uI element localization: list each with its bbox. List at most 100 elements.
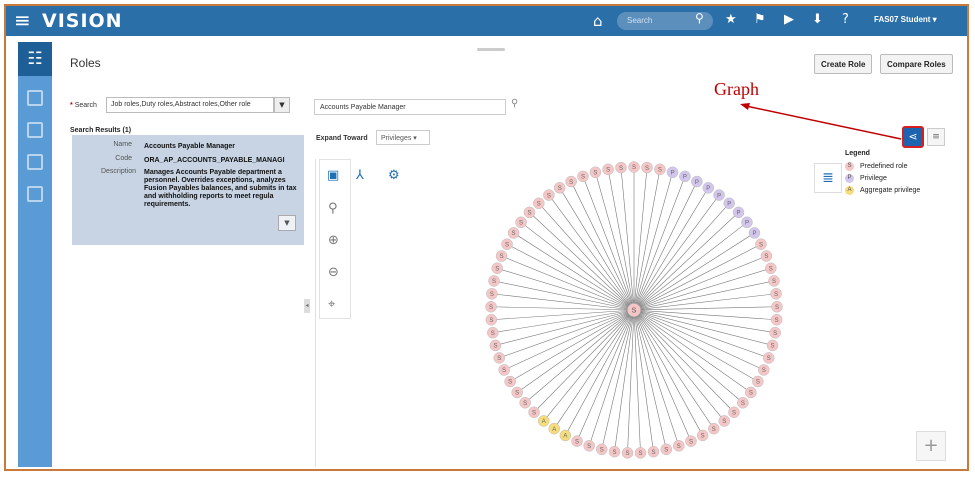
graph-node[interactable]: S	[634, 447, 647, 459]
graph-node[interactable]: S	[673, 440, 685, 452]
graph-node[interactable]: P	[741, 216, 753, 229]
graph-node[interactable]: S	[515, 216, 527, 229]
graph-node[interactable]: S	[745, 386, 757, 399]
hamburger-icon[interactable]: ≡	[14, 10, 31, 30]
graph-node[interactable]: S	[770, 288, 782, 300]
graph-node[interactable]: S	[685, 435, 697, 447]
graph-node[interactable]: P	[748, 227, 761, 239]
download-icon[interactable]: ⬇	[812, 12, 823, 27]
graph-node[interactable]: S	[511, 386, 523, 399]
graph-node[interactable]: S	[728, 406, 740, 419]
graph-node[interactable]: A	[559, 429, 572, 442]
home-icon[interactable]: ⌂	[593, 12, 603, 30]
graph-node[interactable]: S	[755, 238, 767, 250]
role-search-input[interactable]: Accounts Payable Manager	[314, 99, 506, 115]
expand-icon[interactable]: ▼	[278, 215, 296, 231]
graph-node[interactable]: S	[485, 314, 498, 326]
graph-node[interactable]: S	[495, 250, 508, 262]
search-icon[interactable]: ⚲	[695, 11, 704, 25]
search-result-card[interactable]: Name Accounts Payable Manager Code ORA_A…	[72, 135, 304, 245]
graph-node[interactable]: S	[615, 161, 627, 174]
select-icon[interactable]: ▣	[327, 168, 339, 183]
graph-node[interactable]: S	[523, 206, 536, 219]
play-icon[interactable]: ▶	[784, 12, 794, 27]
graph-node[interactable]: S	[543, 189, 555, 201]
graph-node[interactable]: S	[571, 435, 583, 447]
nodes-icon[interactable]: ⚙	[388, 168, 400, 183]
collapse-panel-handle[interactable]: ◂	[304, 299, 310, 313]
graph-node[interactable]: S	[553, 182, 566, 194]
graph-node[interactable]: S	[770, 314, 783, 326]
graph-node[interactable]: P	[702, 182, 715, 194]
graph-node[interactable]: A	[548, 422, 560, 435]
create-role-button[interactable]: Create Role	[814, 54, 873, 74]
graph-node[interactable]: S	[577, 170, 589, 183]
graph-node[interactable]: S	[488, 275, 500, 287]
graph-node[interactable]: S	[708, 422, 720, 435]
graph-node[interactable]: S	[583, 440, 595, 452]
graph-node[interactable]: S	[491, 262, 503, 275]
graph-node[interactable]: P	[723, 197, 735, 210]
graph-node[interactable]: S	[696, 429, 709, 442]
graph-node[interactable]: S	[519, 396, 531, 409]
org-chart-icon[interactable]	[27, 122, 43, 138]
graph-node[interactable]: S	[768, 275, 780, 287]
graph-node[interactable]: S	[565, 175, 577, 188]
graph-node[interactable]: S	[498, 364, 510, 376]
hierarchy-icon[interactable]: ⅄	[356, 168, 364, 183]
center-node[interactable]: S	[626, 302, 642, 318]
graph-node[interactable]: S	[752, 375, 764, 388]
drag-handle[interactable]	[477, 48, 505, 51]
graph-node[interactable]: P	[666, 166, 679, 179]
magnifier-icon[interactable]: ⚲	[511, 98, 518, 109]
graph-node[interactable]: S	[771, 300, 783, 313]
graph-node[interactable]: S	[760, 250, 773, 262]
graph-node[interactable]: S	[602, 163, 614, 176]
star-icon[interactable]: ★	[725, 12, 737, 27]
graph-node[interactable]: S	[762, 352, 775, 364]
add-icon[interactable]: +	[916, 431, 946, 461]
graph-node[interactable]: S	[737, 396, 749, 409]
graph-node[interactable]: S	[501, 238, 513, 250]
graph-node[interactable]: S	[660, 443, 673, 456]
graph-node[interactable]: S	[533, 197, 545, 210]
graph-node[interactable]: S	[489, 339, 502, 352]
list-view-button[interactable]: ≡	[927, 128, 945, 146]
graph-node[interactable]: S	[608, 445, 621, 458]
graph-node[interactable]: S	[528, 406, 540, 419]
graph-node[interactable]: S	[486, 288, 498, 300]
compare-roles-button[interactable]: Compare Roles	[880, 54, 953, 74]
graph-node[interactable]: S	[769, 326, 781, 339]
graph-node[interactable]: P	[679, 170, 691, 183]
zoom-in-icon[interactable]: ⊕	[328, 233, 339, 248]
graph-node[interactable]: S	[487, 326, 499, 339]
graph-node[interactable]: S	[621, 447, 634, 459]
zoom-out-icon[interactable]: ⊖	[328, 265, 339, 280]
graph-node[interactable]: S	[504, 375, 516, 388]
graph-node[interactable]: S	[641, 161, 653, 174]
graph-node[interactable]: S	[589, 166, 602, 179]
graph-node[interactable]: S	[595, 443, 608, 456]
graph-node[interactable]: S	[765, 262, 777, 275]
report-icon[interactable]	[27, 154, 43, 170]
user-icon[interactable]	[27, 90, 43, 106]
role-graph[interactable]: S S S PPPPPPPPPSSSSSSSSSSSSSSSSSSSSSSSSSSSS…	[474, 158, 794, 468]
graph-node[interactable]: S	[628, 161, 640, 173]
users-icon[interactable]: ☷	[18, 42, 52, 76]
graph-node[interactable]: S	[758, 364, 770, 376]
expand-toward-select[interactable]: Privileges ▾	[376, 130, 430, 145]
graph-node[interactable]: A	[538, 415, 550, 427]
zoom-icon[interactable]: ⚲	[328, 201, 338, 216]
graph-node[interactable]: S	[485, 300, 497, 313]
chevron-down-icon[interactable]: ▼	[274, 97, 290, 113]
graph-node[interactable]: P	[713, 189, 725, 201]
graph-node[interactable]: S	[766, 339, 779, 352]
graph-node[interactable]: S	[507, 227, 520, 239]
help-icon[interactable]: ?	[842, 12, 849, 27]
graph-node[interactable]: P	[732, 206, 745, 219]
flag-icon[interactable]: ⚑	[754, 12, 766, 27]
graph-node[interactable]: S	[654, 163, 666, 176]
role-type-select[interactable]: Job roles,Duty roles,Abstract roles,Othe…	[106, 97, 274, 113]
graph-node[interactable]: S	[718, 415, 730, 427]
list-icon[interactable]	[27, 186, 43, 202]
